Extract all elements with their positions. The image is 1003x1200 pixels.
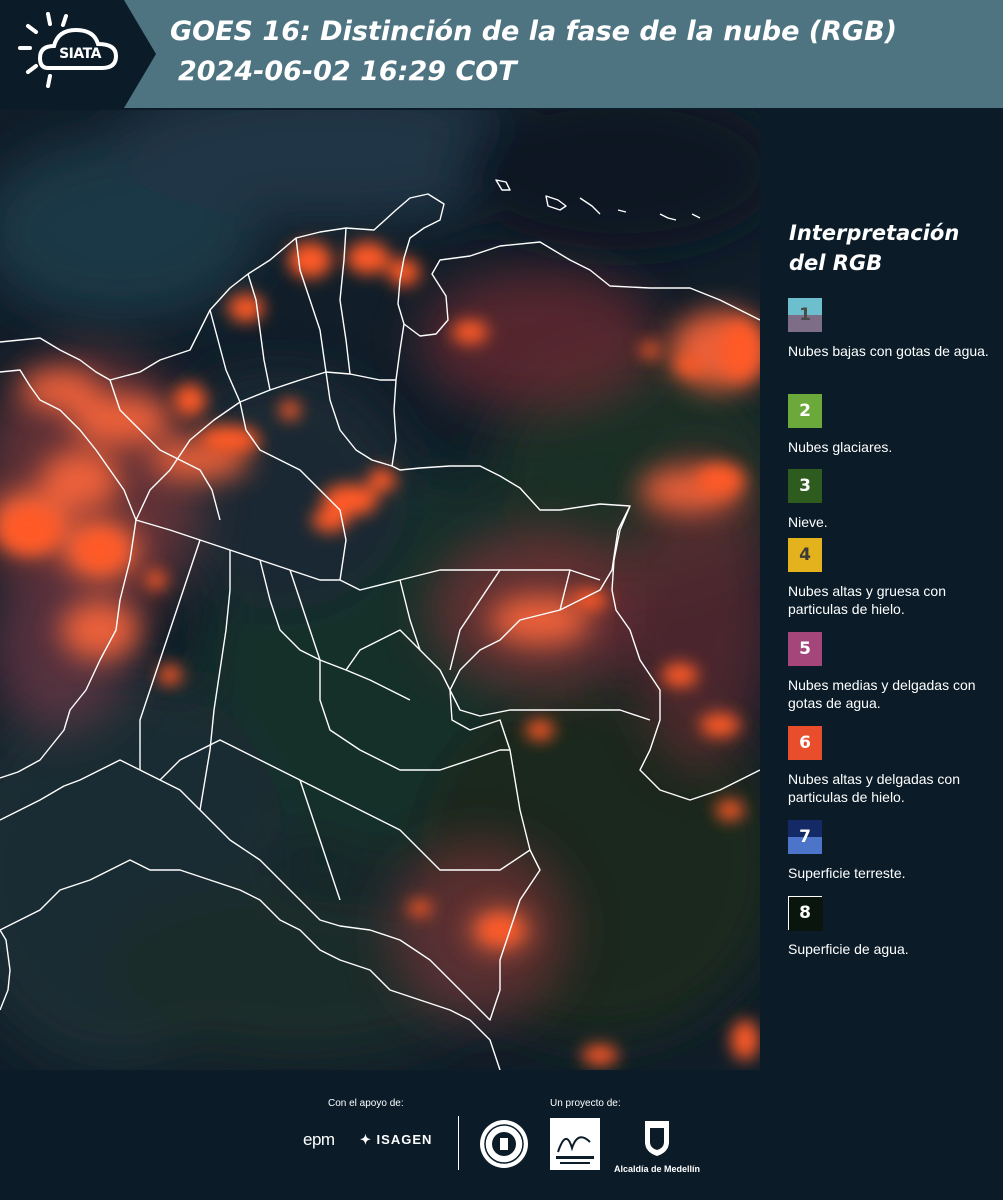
legend-label: Nubes bajas con gotas de agua. — [788, 343, 989, 359]
legend-label: Nubes altas y gruesa con particulas de h… — [788, 583, 946, 617]
legend-item-3: 3 Nieve. — [788, 469, 998, 531]
satellite-map-canvas — [0, 110, 760, 1070]
legend-title: Interpretación del RGB — [789, 221, 960, 275]
footer: Con el apoyo de: Un proyecto de: epm ✦ I… — [0, 1070, 1003, 1200]
legend-label: Nubes altas y delgadas con particulas de… — [788, 771, 960, 805]
isagen-mark-icon: ✦ — [360, 1132, 372, 1147]
legend-swatch: 5 — [788, 632, 822, 666]
alcaldia-text: Alcaldía de Medellín — [613, 1164, 701, 1174]
epm-logo: epm — [303, 1130, 335, 1149]
isagen-logo-text: ISAGEN — [376, 1132, 433, 1147]
page-title: GOES 16: Distinción de la fase de la nub… — [170, 16, 897, 47]
legend-item-2: 2 Nubes glaciares. — [788, 394, 998, 456]
seal-logo — [480, 1120, 528, 1168]
legend-swatch: 2 — [788, 394, 822, 428]
legend-number: 3 — [799, 476, 811, 496]
legend-item-8: 8 Superficie de agua. — [788, 896, 998, 958]
legend-swatch: 7 — [788, 820, 822, 854]
legend-panel: Interpretación del RGB 1 Nubes bajas con… — [762, 110, 1003, 1070]
legend-swatch: 6 — [788, 726, 822, 760]
legend-number: 7 — [799, 827, 811, 847]
legend-swatch: 4 — [788, 538, 822, 572]
legend-number: 2 — [799, 401, 811, 421]
legend-label: Superficie de agua. — [788, 941, 909, 957]
legend-number: 6 — [799, 733, 811, 753]
legend-item-1: 1 Nubes bajas con gotas de agua. — [788, 298, 998, 360]
legend-item-4: 4 Nubes altas y gruesa con particulas de… — [788, 538, 998, 618]
siata-logo: SIATA — [0, 0, 156, 108]
area-metropolitana-logo — [550, 1118, 600, 1170]
satellite-map — [0, 110, 760, 1070]
alcaldia-logo: Alcaldía de Medellín — [612, 1118, 702, 1174]
header: SIATA GOES 16: Distinción de la fase de … — [0, 0, 1003, 108]
support-caption: Con el apoyo de: — [328, 1098, 404, 1109]
legend-swatch: 8 — [788, 896, 823, 931]
page-timestamp: 2024-06-02 16:29 COT — [178, 56, 517, 87]
legend-label: Nubes medias y delgadas con gotas de agu… — [788, 677, 976, 711]
shield-icon — [645, 1121, 669, 1156]
logo-text: SIATA — [59, 46, 101, 62]
legend-swatch: 3 — [788, 469, 822, 503]
legend-item-5: 5 Nubes medias y delgadas con gotas de a… — [788, 632, 998, 712]
legend-number: 8 — [799, 903, 811, 923]
project-caption: Un proyecto de: — [550, 1098, 621, 1109]
legend-item-7: 7 Superficie terreste. — [788, 820, 998, 882]
legend-number: 4 — [799, 545, 811, 565]
footer-divider — [458, 1116, 459, 1170]
legend-label: Nubes glaciares. — [788, 439, 893, 455]
legend-swatch: 1 — [788, 298, 822, 332]
legend-label: Nieve. — [788, 514, 828, 530]
isagen-logo: ✦ ISAGEN — [360, 1132, 432, 1148]
legend-label: Superficie terreste. — [788, 865, 906, 881]
legend-number: 5 — [799, 639, 811, 659]
legend-item-6: 6 Nubes altas y delgadas con particulas … — [788, 726, 998, 806]
legend-number: 1 — [799, 305, 811, 325]
